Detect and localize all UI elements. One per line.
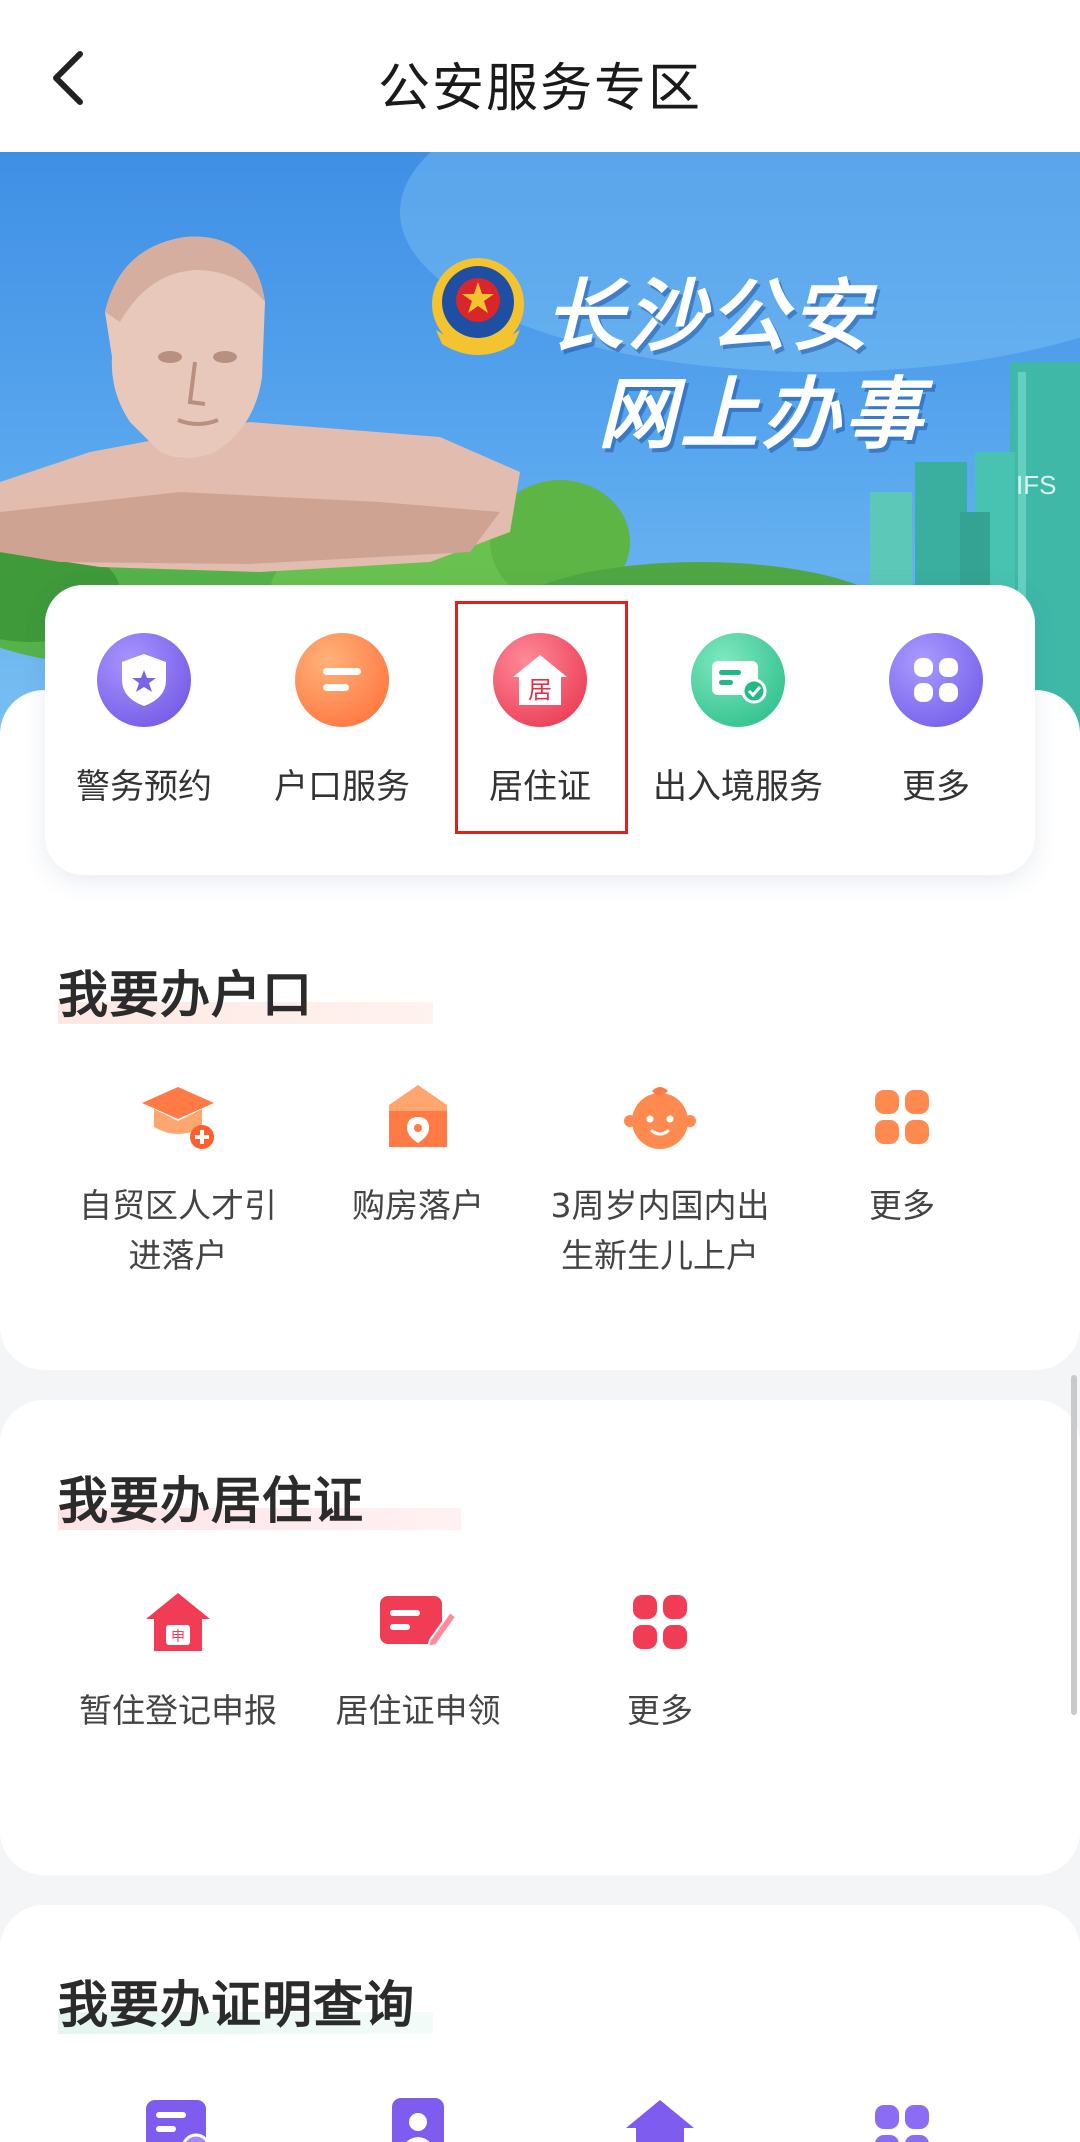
- service-label: 3周岁内国内出生新生儿上户: [550, 1186, 770, 1275]
- graduation-cap-icon: [136, 1075, 220, 1159]
- banner-title-line2: 网上办事: [598, 370, 927, 460]
- grid-more-icon: [618, 1580, 702, 1664]
- section-title-certificate-query: 我要办证明查询: [58, 1976, 415, 2034]
- card-check-icon: [691, 633, 785, 727]
- quick-item-household-service[interactable]: 户口服务: [243, 585, 441, 875]
- top-nav-bar: 公安服务专区: [0, 0, 1080, 152]
- household-icon: [295, 633, 389, 727]
- quick-services-card: 警务预约 户口服务 居 居住证 出入境服务 更多: [45, 585, 1035, 875]
- house-residence-icon: 居: [493, 633, 587, 727]
- service-more-household[interactable]: 更多: [782, 1075, 1022, 1231]
- service-label: 更多: [869, 1186, 935, 1225]
- quick-item-label: 户口服务: [274, 767, 410, 807]
- grid-more-icon: [860, 1075, 944, 1159]
- ifs-building-label: IFS: [1016, 470, 1056, 500]
- scrollbar[interactable]: [1071, 1375, 1077, 1715]
- quick-item-police-appointment[interactable]: 警务预约: [45, 585, 243, 875]
- icon-text: 申: [171, 1629, 185, 1645]
- house-apply-icon: 申: [136, 1580, 220, 1664]
- service-certificate-item-2[interactable]: [298, 2090, 538, 2142]
- service-temporary-residence-registration[interactable]: 申 暂住登记申报: [58, 1580, 298, 1736]
- service-certificate-item-1[interactable]: [58, 2090, 298, 2142]
- service-newborn-registration[interactable]: 3周岁内国内出生新生儿上户: [540, 1075, 780, 1281]
- profile-edit-icon: [376, 2090, 460, 2142]
- quick-item-label: 出入境服务: [653, 767, 823, 807]
- quick-item-label: 警务预约: [76, 767, 212, 807]
- page-title: 公安服务专区: [377, 59, 702, 119]
- service-certificate-item-3[interactable]: [540, 2090, 780, 2142]
- banner-title-line1: 长沙公安: [545, 272, 874, 362]
- service-home-purchase-settlement[interactable]: 购房落户: [298, 1075, 538, 1231]
- service-certificate-more[interactable]: [782, 2090, 1022, 2142]
- house-icon: [618, 2090, 702, 2142]
- card-edit-icon: [376, 1580, 460, 1664]
- quick-item-more[interactable]: 更多: [837, 585, 1035, 875]
- document-badge-icon: [136, 2090, 220, 2142]
- grid-more-icon: [889, 633, 983, 727]
- service-more-residence-permit[interactable]: 更多: [540, 1580, 780, 1736]
- baby-icon: [618, 1075, 702, 1159]
- quick-item-label: 更多: [902, 767, 970, 807]
- service-label: 居住证申领: [335, 1691, 501, 1730]
- section-title-residence-permit: 我要办居住证: [58, 1472, 364, 1530]
- service-label: 购房落户: [352, 1186, 484, 1225]
- icon-text: 居: [528, 676, 552, 704]
- quick-item-label: 居住证: [489, 767, 591, 807]
- section-title-household: 我要办户口: [58, 966, 313, 1024]
- service-label: 暂住登记申报: [79, 1691, 277, 1730]
- service-residence-permit-application[interactable]: 居住证申领: [298, 1580, 538, 1736]
- service-label: 更多: [627, 1691, 693, 1730]
- police-emblem-icon: [432, 258, 524, 355]
- grid-more-icon: [860, 2090, 944, 2142]
- service-label: 自贸区人才引进落户: [79, 1186, 277, 1275]
- house-location-icon: [376, 1075, 460, 1159]
- shield-star-icon: [97, 633, 191, 727]
- quick-item-exit-entry-service[interactable]: 出入境服务: [639, 585, 837, 875]
- quick-item-residence-permit[interactable]: 居 居住证: [441, 585, 639, 875]
- service-talent-settlement[interactable]: 自贸区人才引进落户: [58, 1075, 298, 1281]
